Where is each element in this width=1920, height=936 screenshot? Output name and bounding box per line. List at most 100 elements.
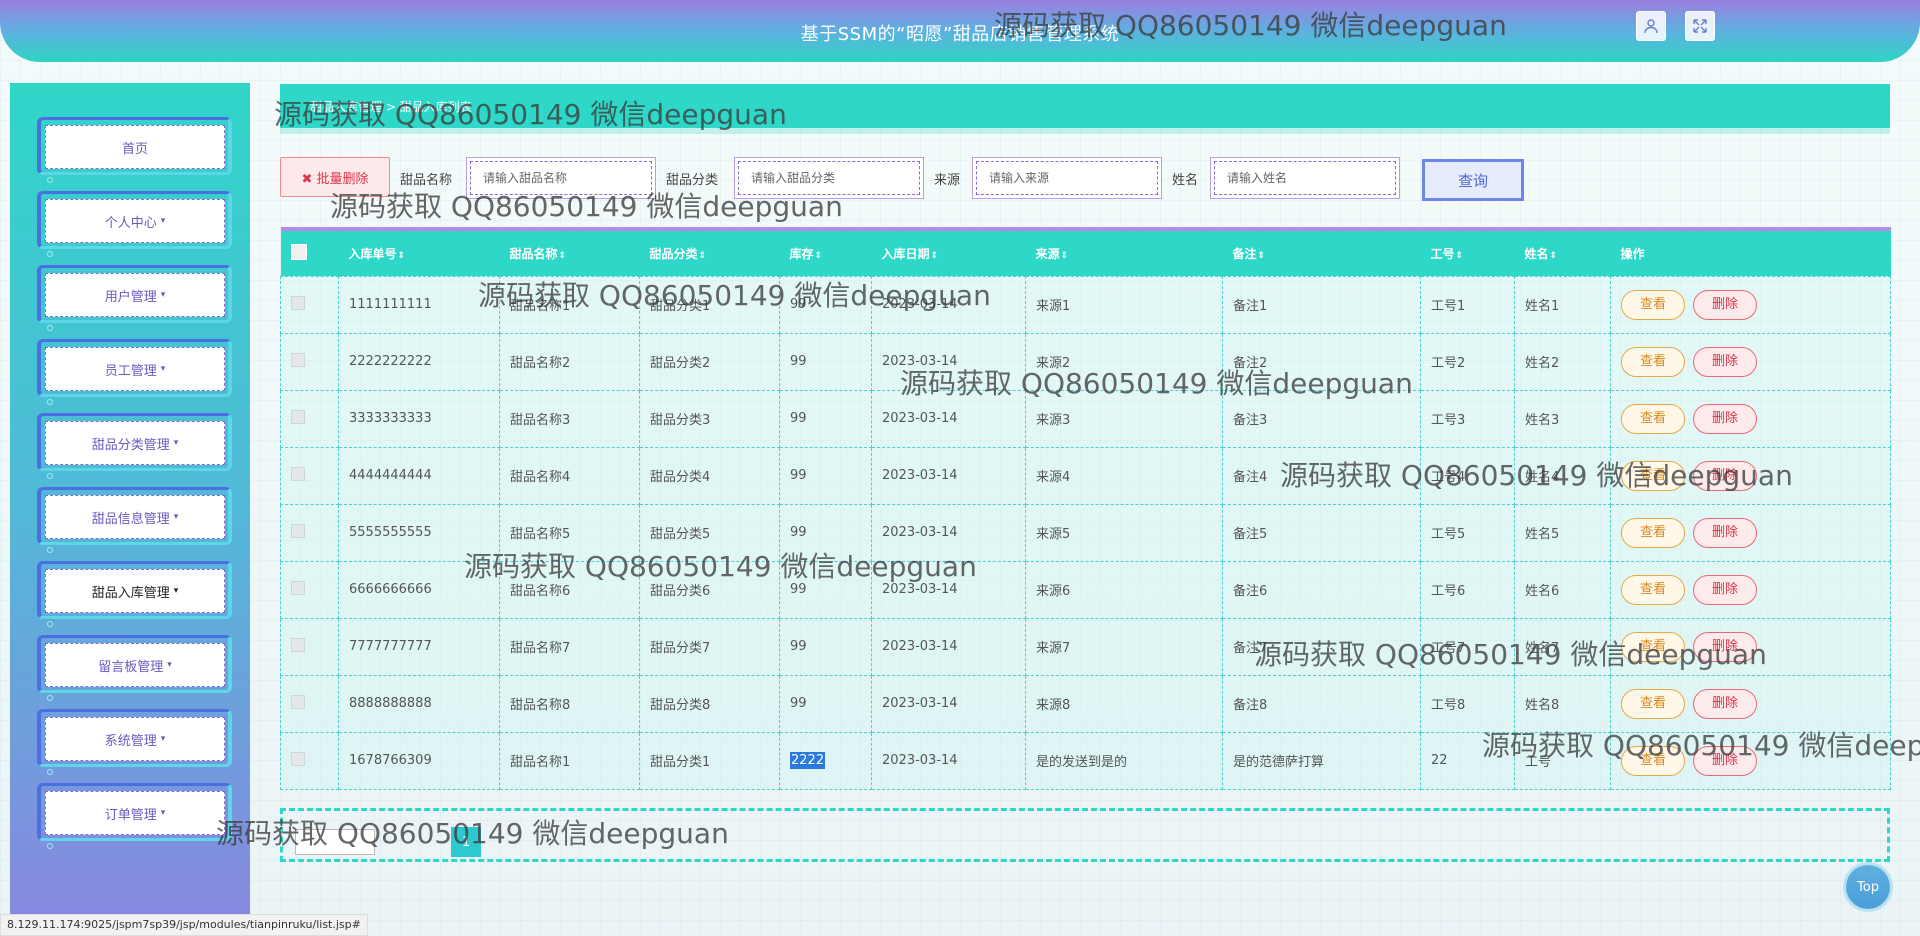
source-input[interactable] — [976, 161, 1158, 195]
sidebar-item-button[interactable]: 个人中心 ▾ — [45, 199, 225, 243]
fullscreen-icon[interactable] — [1685, 11, 1715, 41]
row-checkbox[interactable] — [291, 409, 305, 424]
dessert-name-label: 甜品名称 — [400, 173, 453, 188]
delete-button[interactable]: 删除 — [1693, 403, 1757, 434]
table-cell: 甜品名称6 — [499, 560, 640, 619]
dessert-name-input[interactable] — [470, 161, 652, 195]
table-cell: 工号 — [1514, 731, 1611, 790]
sort-icon[interactable]: ⇕ — [931, 251, 939, 261]
sort-icon[interactable]: ⇕ — [398, 251, 406, 261]
delete-button[interactable]: 删除 — [1693, 460, 1757, 491]
delete-button[interactable]: 删除 — [1693, 688, 1757, 719]
column-header: 操作 — [1610, 227, 1891, 276]
query-button[interactable]: 查询 — [1422, 159, 1524, 201]
sort-icon[interactable]: ⇕ — [699, 251, 707, 261]
row-checkbox[interactable] — [291, 352, 305, 367]
row-checkbox[interactable] — [291, 580, 305, 595]
cell-value: 姓名1 — [1525, 299, 1560, 314]
view-button[interactable]: 查看 — [1621, 745, 1685, 776]
sidebar-item[interactable]: 个人中心 ▾ — [37, 191, 232, 257]
decor-dot-icon — [47, 695, 53, 701]
sidebar-item[interactable]: 用户管理 ▾ — [37, 265, 232, 331]
cell-value: 备注8 — [1233, 698, 1268, 713]
row-checkbox[interactable] — [291, 637, 305, 652]
decor-dot-icon — [47, 399, 53, 405]
row-select-cell — [280, 275, 339, 334]
cell-value: 甜品分类1 — [650, 755, 711, 770]
name-input[interactable] — [1214, 161, 1396, 195]
sort-icon[interactable]: ⇕ — [815, 251, 823, 261]
dessert-category-input[interactable] — [738, 161, 920, 195]
sidebar-item-button[interactable]: 首页 — [45, 125, 225, 169]
select-all-cell — [280, 227, 339, 276]
column-header[interactable]: 入库单号⇕ — [338, 227, 500, 276]
sidebar-item[interactable]: 甜品分类管理 ▾ — [37, 413, 232, 479]
sidebar-item[interactable]: 甜品信息管理 ▾ — [37, 487, 232, 553]
view-button[interactable]: 查看 — [1621, 346, 1685, 377]
sidebar-item-button[interactable]: 订单管理 ▾ — [45, 791, 225, 835]
row-checkbox[interactable] — [291, 295, 305, 310]
sort-icon[interactable]: ⇕ — [1550, 251, 1558, 261]
view-button[interactable]: 查看 — [1621, 289, 1685, 320]
delete-button[interactable]: 删除 — [1693, 346, 1757, 377]
cell-value: 2222 — [790, 752, 826, 769]
row-checkbox[interactable] — [291, 466, 305, 481]
sidebar-item[interactable]: 系统管理 ▾ — [37, 709, 232, 775]
pagination: 1 — [280, 808, 1890, 862]
view-button[interactable]: 查看 — [1621, 631, 1685, 662]
batch-delete-button[interactable]: ✖ 批量删除 — [280, 157, 390, 197]
row-checkbox[interactable] — [291, 694, 305, 709]
sidebar-item-button[interactable]: 系统管理 ▾ — [45, 717, 225, 761]
sort-icon[interactable]: ⇕ — [1061, 251, 1069, 261]
column-header-label: 操作 — [1620, 246, 1645, 261]
row-checkbox[interactable] — [291, 523, 305, 538]
sidebar-item-button[interactable]: 留言板管理 ▾ — [45, 643, 225, 687]
sidebar-item[interactable]: 员工管理 ▾ — [37, 339, 232, 405]
sidebar-item[interactable]: 留言板管理 ▾ — [37, 635, 232, 701]
sidebar-item[interactable]: 订单管理 ▾ — [37, 783, 232, 849]
view-button[interactable]: 查看 — [1621, 574, 1685, 605]
page-number-current[interactable]: 1 — [451, 827, 481, 857]
table-cell: 甜品名称5 — [499, 503, 640, 562]
view-button[interactable]: 查看 — [1621, 403, 1685, 434]
cell-value: 姓名8 — [1525, 698, 1560, 713]
row-checkbox[interactable] — [291, 751, 305, 766]
sidebar-item[interactable]: 甜品入库管理 ▾ — [37, 561, 232, 627]
back-to-top-button[interactable]: Top — [1846, 865, 1890, 909]
view-button[interactable]: 查看 — [1621, 688, 1685, 719]
table-cell: 工号3 — [1420, 389, 1515, 448]
sidebar-item-button[interactable]: 员工管理 ▾ — [45, 347, 225, 391]
view-button[interactable]: 查看 — [1621, 517, 1685, 548]
column-header[interactable]: 甜品分类⇕ — [639, 227, 780, 276]
sidebar-item-button[interactable]: 甜品分类管理 ▾ — [45, 421, 225, 465]
cell-value: 3333333333 — [349, 411, 432, 426]
column-header[interactable]: 甜品名称⇕ — [499, 227, 640, 276]
sort-icon[interactable]: ⇕ — [1456, 251, 1464, 261]
table-cell: 99 — [779, 560, 872, 619]
select-all-checkbox[interactable] — [290, 243, 307, 260]
delete-button[interactable]: 删除 — [1693, 745, 1757, 776]
page-size-select[interactable] — [295, 829, 375, 855]
sort-icon[interactable]: ⇕ — [1258, 251, 1266, 261]
table-cell: 2023-03-14 — [871, 332, 1026, 391]
delete-button[interactable]: 删除 — [1693, 517, 1757, 548]
sidebar-item-button[interactable]: 用户管理 ▾ — [45, 273, 225, 317]
column-header[interactable]: 工号⇕ — [1420, 227, 1515, 276]
sidebar-item-button[interactable]: 甜品信息管理 ▾ — [45, 495, 225, 539]
sidebar-item-button[interactable]: 甜品入库管理 ▾ — [45, 569, 225, 613]
delete-button[interactable]: 删除 — [1693, 631, 1757, 662]
column-header[interactable]: 入库日期⇕ — [871, 227, 1026, 276]
view-button[interactable]: 查看 — [1621, 460, 1685, 491]
user-icon[interactable] — [1636, 11, 1666, 41]
column-header[interactable]: 姓名⇕ — [1514, 227, 1611, 276]
delete-button[interactable]: 删除 — [1693, 574, 1757, 605]
column-header[interactable]: 库存⇕ — [779, 227, 872, 276]
table-cell: 2023-03-14 — [871, 617, 1026, 676]
column-header[interactable]: 来源⇕ — [1025, 227, 1223, 276]
sort-icon[interactable]: ⇕ — [559, 251, 567, 261]
column-header[interactable]: 备注⇕ — [1222, 227, 1421, 276]
row-select-cell — [280, 674, 339, 733]
table-cell: 甜品分类5 — [639, 503, 780, 562]
sidebar-item[interactable]: 首页 — [37, 117, 232, 183]
delete-button[interactable]: 删除 — [1693, 289, 1757, 320]
